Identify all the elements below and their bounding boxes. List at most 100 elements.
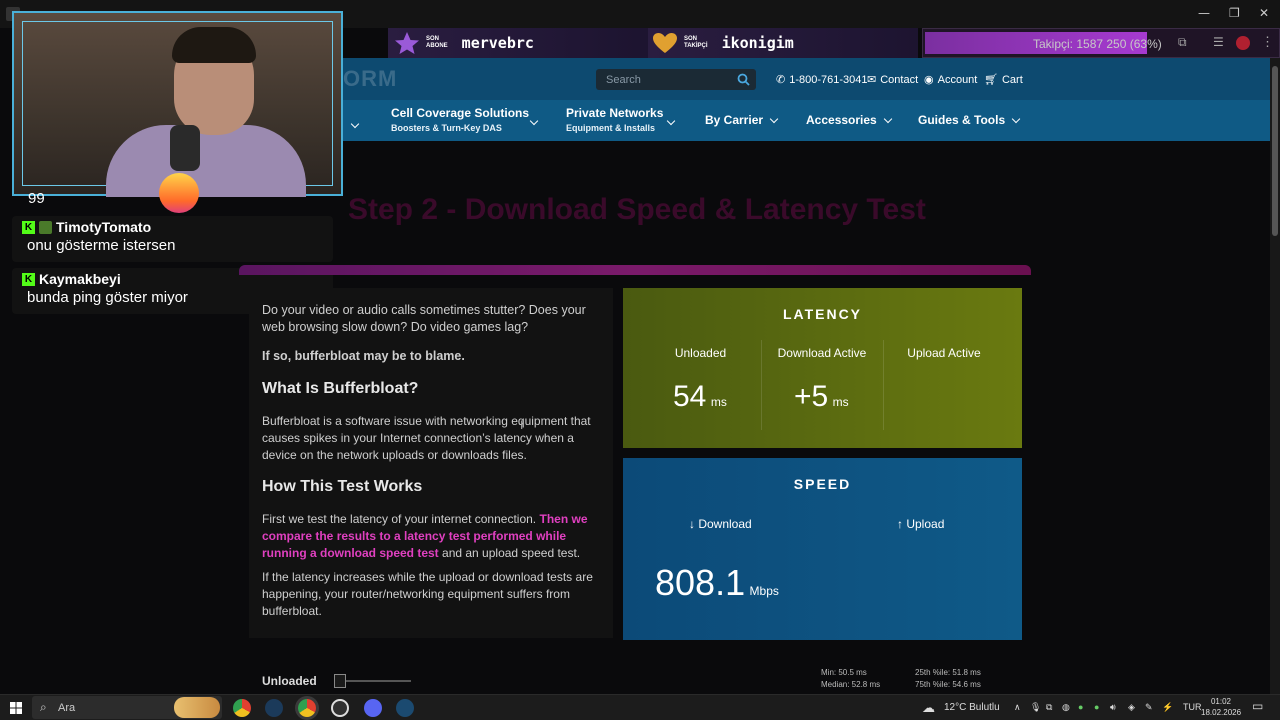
search-icon: ⌕ [40,700,47,714]
chat-username: TimotyTomato [56,219,152,235]
heading-how-test-works: How This Test Works [262,478,423,495]
heading-what-is-bufferbloat: What Is Bufferbloat? [262,380,419,397]
chat-message: K TimotyTomato onu gösterme istersen [12,216,333,262]
speed-upload-label: ↑ Upload [897,517,945,531]
site-logo[interactable]: ORM [343,66,397,92]
nav-by-carrier[interactable]: By Carrier [705,113,779,127]
tray-chevron-icon[interactable]: ∧ [1014,702,1021,713]
search-highlight-image [174,697,220,718]
account-link[interactable]: ◉ Account [924,73,977,87]
alert-username: mervebrc [461,34,534,52]
latency-col-download-active: Download Active [777,346,867,360]
nav-guides-tools[interactable]: Guides & Tools [918,113,1021,127]
speed-download-label: ↓ Download [689,517,752,531]
more-icon[interactable]: ⋮ [1261,34,1274,50]
chat-username: Kaymakbeyi [39,271,121,287]
minimize-button[interactable]: — [1198,6,1210,20]
webcam-person-hair [172,27,256,63]
mic-icon[interactable]: 🎙︎ [1030,702,1041,713]
notification-icon[interactable]: ▭ [1252,699,1263,713]
volume-icon[interactable]: 🔊︎ [1110,702,1116,713]
nav-label: Private Networks [566,106,664,120]
obs-icon[interactable] [331,699,349,717]
latency-col-unloaded: Unloaded [674,346,727,360]
mail-icon: ✉ [867,74,877,86]
cart-link[interactable]: 🛒︎ Cart [984,73,1023,87]
chrome-icon[interactable] [233,699,251,717]
tray-app-icon[interactable]: ◈ [1128,702,1135,713]
value-number: 54 [673,380,707,413]
close-button[interactable]: ✕ [1259,6,1269,20]
network-icon[interactable]: ⚡ [1162,702,1173,713]
last-follower-alert: SON TAKİPÇİ ikonigim [648,28,918,58]
nav-cell-coverage[interactable]: Cell Coverage Solutions Boosters & Turn-… [391,106,539,133]
scrollbar-thumb[interactable] [1272,66,1278,236]
weather-text[interactable]: 12°C Bulutlu [944,702,1000,713]
chrome-active-icon[interactable] [298,699,316,717]
value-number: +5 [794,380,829,413]
column-divider [761,340,762,430]
tray-app-icon[interactable]: ● [1078,702,1083,712]
menu-icon[interactable]: ☰ [1213,35,1224,49]
chevron-down-icon [1011,114,1021,124]
tray-app-icon[interactable]: ⧉ [1046,702,1052,713]
chat-partial-text: 99 [28,190,45,207]
search-input[interactable] [596,69,730,90]
intro-text: Do your video or audio calls sometimes s… [262,303,586,334]
value-unit: ms [832,395,849,409]
nav-label: By Carrier [705,113,764,127]
nav-sublabel: Boosters & Turn-Key DAS [391,123,502,133]
search-button[interactable] [730,69,756,90]
how-text-1: First we test the latency of your intern… [262,511,602,562]
stat-p75: 75th %ile: 54.6 ms [915,680,981,689]
taskbar-search[interactable]: ⌕ Ara [32,696,222,719]
phone-link[interactable]: ✆ 1-800-761-3041 [776,73,868,87]
article-panel: Do your video or audio calls sometimes s… [249,288,613,638]
windows-start-icon[interactable] [10,702,22,714]
latency-card: LATENCY Unloaded Download Active Upload … [623,288,1022,448]
stat-min: Min: 50.5 ms [821,668,867,677]
user-icon: ◉ [924,74,934,86]
speed-title: SPEED [793,476,852,492]
chevron-down-icon [350,119,360,129]
chat-partial-line: 99 [12,190,333,210]
unloaded-row-label: Unloaded [262,674,317,688]
clock-date[interactable]: 18.02.2026 [1201,708,1241,717]
unloaded-slider-thumb[interactable] [334,674,346,688]
language-indicator[interactable]: TUR [1183,702,1202,712]
follower-goal-text: Takipçi: 1587 250 (63%) [1033,37,1162,51]
chevron-down-icon [883,114,892,124]
alert-tag: SON TAKİPÇİ [684,36,708,49]
extensions-icon[interactable]: ⧉ [1178,35,1187,50]
kick-badge-icon: K [22,272,35,286]
contact-link[interactable]: ✉ Contact [867,73,919,87]
stat-median: Median: 52.8 ms [821,680,881,689]
tray-app-icon[interactable]: ✎ [1145,702,1153,713]
nav-chevron-partial[interactable] [344,116,360,134]
nav-private-networks[interactable]: Private Networks Equipment & Installs [566,106,676,133]
steam-icon[interactable] [265,699,283,717]
kick-badge-icon: K [22,220,35,234]
discord-icon[interactable] [364,699,382,717]
text-cursor-icon: I [520,418,524,432]
contact-label: Contact [880,73,919,86]
nav-sublabel: Equipment & Installs [566,123,656,133]
tray-app-icon[interactable]: ◍ [1062,702,1070,713]
column-divider [883,340,884,430]
page-scrollbar[interactable] [1270,58,1280,694]
how-text-1a: First we test the latency of your intern… [262,512,540,526]
weather-icon: ☁ [922,700,935,715]
value-number: 808.1 [655,562,746,603]
profile-icon[interactable] [1236,36,1250,50]
taskbar-search-text: Ara [58,702,76,714]
microphone [170,125,200,171]
subscriber-badge-icon [39,220,52,234]
maximize-button[interactable]: ❐ [1229,6,1240,20]
steam-icon-2[interactable] [396,699,414,717]
nav-accessories[interactable]: Accessories [806,113,892,127]
section-divider [239,265,1031,275]
nav-label: Cell Coverage Solutions [391,106,530,120]
clock-time[interactable]: 01:02 [1205,697,1237,706]
tray-app-icon[interactable]: ● [1094,702,1099,712]
how-text-1c: and an upload speed test. [438,546,581,560]
